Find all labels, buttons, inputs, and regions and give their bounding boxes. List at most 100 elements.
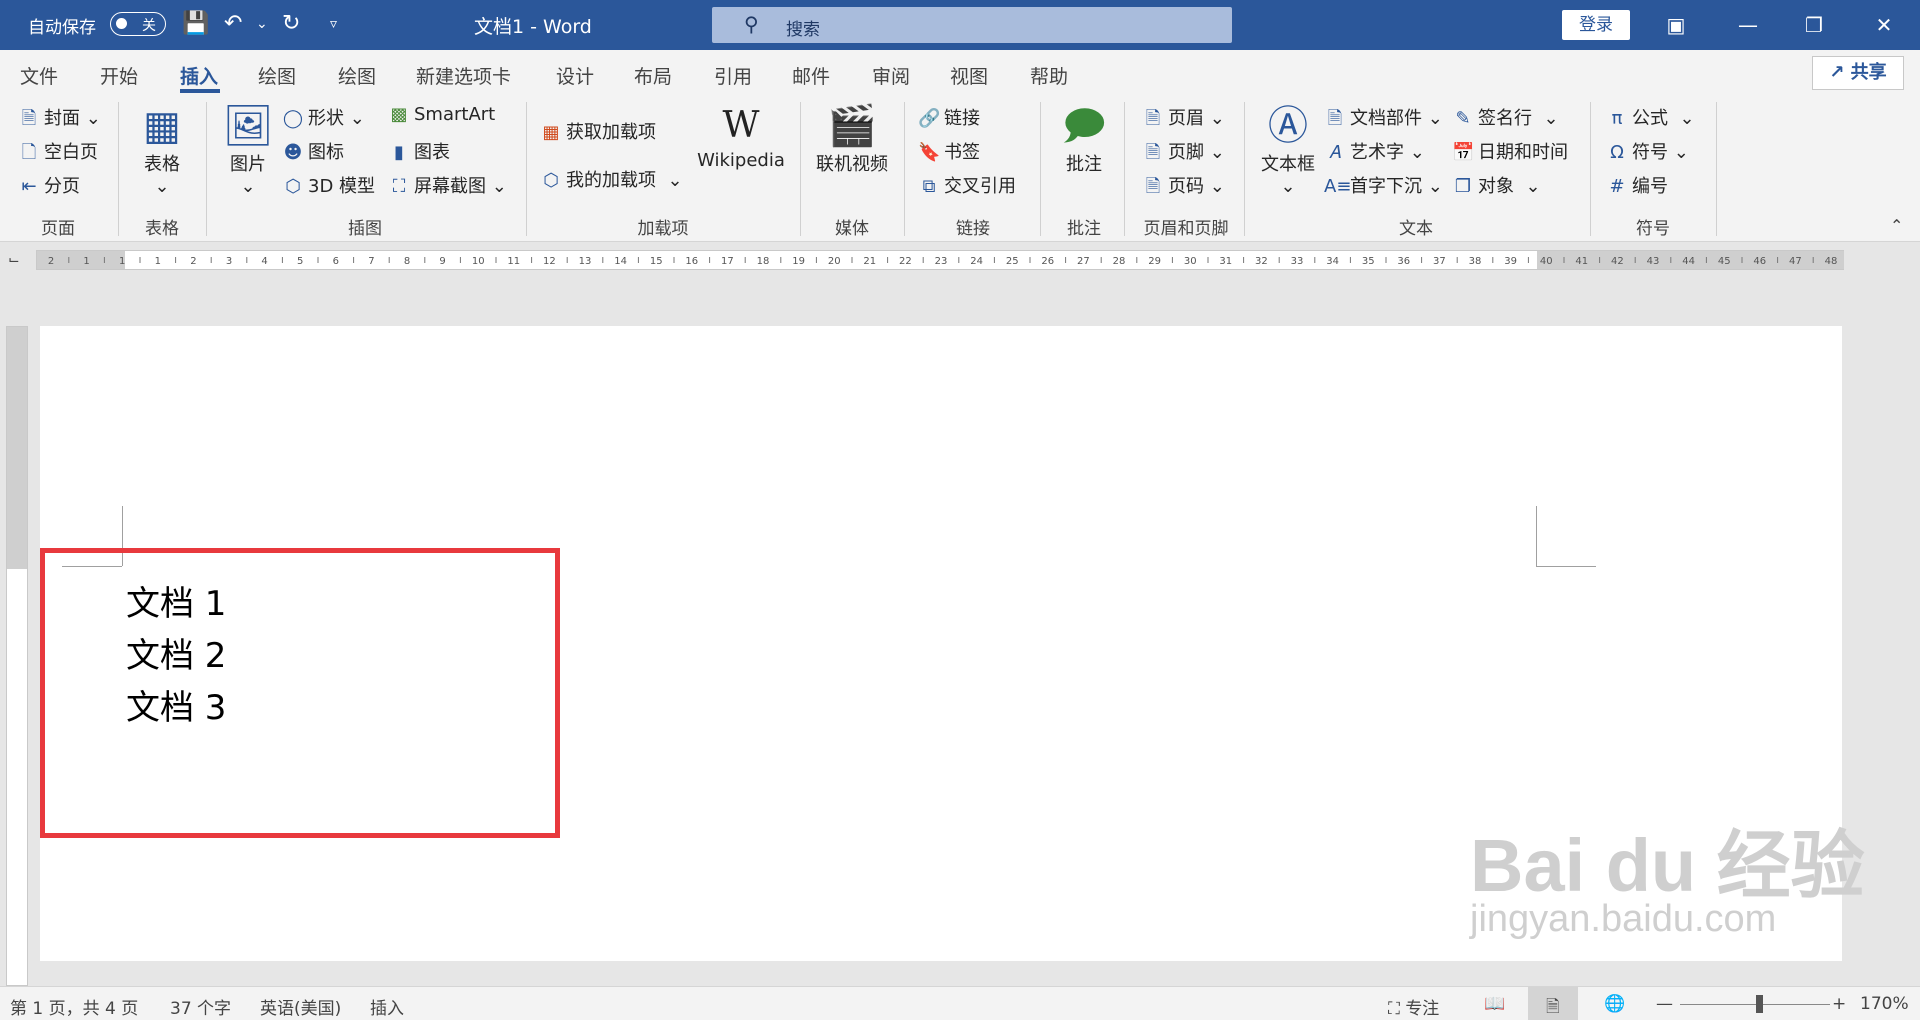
zoom-slider[interactable] bbox=[1680, 1004, 1830, 1005]
symbol-button[interactable]: Ω 符号 ⌄ bbox=[1606, 138, 1689, 164]
date-time-button[interactable]: 📅 日期和时间 bbox=[1452, 138, 1568, 164]
ruler-number: 42 bbox=[1611, 256, 1624, 267]
ruler-number: 43 bbox=[1647, 256, 1660, 267]
bookmark-button[interactable]: 🔖 书签 bbox=[918, 138, 980, 164]
tab-view[interactable]: 视图 bbox=[950, 62, 988, 89]
dropcap-icon: A≡ bbox=[1324, 176, 1352, 197]
autosave-state: 关 bbox=[142, 18, 156, 34]
my-addins-button[interactable]: ⬡ 我的加载项 ⌄ bbox=[540, 166, 682, 192]
icons-button[interactable]: ☻ 图标 bbox=[282, 138, 344, 164]
equation-button[interactable]: π 公式 ⌄ bbox=[1606, 104, 1695, 130]
omega-icon: Ω bbox=[1610, 142, 1624, 163]
separator bbox=[1244, 102, 1245, 236]
tab-mailings[interactable]: 邮件 bbox=[792, 62, 830, 89]
textbox-button[interactable]: Ⓐ 文本框 ⌄ bbox=[1256, 102, 1320, 197]
separator bbox=[1124, 102, 1125, 236]
search-box[interactable]: ⚲ 搜索 bbox=[712, 7, 1232, 43]
redo-icon[interactable]: ↻ bbox=[282, 10, 300, 38]
ruler-ticks: 2 1 1 1 2 3 4 5 6 7 8 9 10 11 12 13 14 15 16 17 18 19 20 21 22 23… bbox=[48, 256, 1838, 267]
web-layout-icon[interactable]: 🌐 bbox=[1604, 994, 1625, 1014]
zoom-out-icon[interactable]: — bbox=[1656, 994, 1673, 1014]
tab-file[interactable]: 文件 bbox=[20, 62, 58, 89]
insert-mode[interactable]: 插入 bbox=[370, 994, 404, 1019]
login-button[interactable]: 登录 bbox=[1562, 10, 1630, 40]
dropcap-button[interactable]: A≡首字下沉 ⌄ bbox=[1324, 172, 1443, 198]
separator bbox=[1590, 102, 1591, 236]
tab-draw[interactable]: 绘图 bbox=[258, 62, 296, 89]
get-addins-label: 获取加载项 bbox=[566, 122, 656, 143]
table-button[interactable]: ▦ 表格 ⌄ bbox=[130, 102, 194, 197]
crop-mark bbox=[1536, 566, 1596, 567]
page-number-button[interactable]: 🗎 页码 ⌄ bbox=[1142, 172, 1225, 204]
focus-button[interactable]: ⛶ 专注 bbox=[1388, 994, 1439, 1019]
watermark-url: jingyan.baidu.com bbox=[1470, 898, 1777, 940]
ruler-number: 24 bbox=[970, 256, 983, 267]
zoom-slider-thumb[interactable] bbox=[1756, 995, 1763, 1013]
cover-page-button[interactable]: 🗎 封面 ⌄ bbox=[18, 104, 101, 136]
footer-button[interactable]: 🗎 页脚 ⌄ bbox=[1142, 138, 1225, 170]
separator bbox=[526, 102, 527, 236]
close-icon[interactable]: ✕ bbox=[1862, 10, 1906, 40]
page-break-button[interactable]: ⇤ 分页 bbox=[18, 172, 80, 198]
horizontal-ruler[interactable]: 2 1 1 1 2 3 4 5 6 7 8 9 10 11 12 13 14 15 16 17 18 19 20 21 22 23… bbox=[36, 250, 1844, 270]
online-video-button[interactable]: 🎬 联机视频 bbox=[810, 102, 894, 176]
collapse-ribbon-icon[interactable]: ⌃ bbox=[1890, 216, 1903, 235]
screenshot-button[interactable]: ⛶ 屏幕截图 ⌄ bbox=[388, 172, 507, 198]
tab-draw-2[interactable]: 绘图 bbox=[338, 62, 376, 89]
quick-parts-button[interactable]: 🗎 文档部件 ⌄ bbox=[1324, 104, 1443, 136]
tab-home[interactable]: 开始 bbox=[100, 62, 138, 89]
header-button[interactable]: 🗎 页眉 ⌄ bbox=[1142, 104, 1225, 136]
undo-dropdown-icon[interactable]: ⌄ bbox=[256, 10, 268, 38]
ruler-number: 30 bbox=[1184, 256, 1197, 267]
wikipedia-button[interactable]: W Wikipedia bbox=[696, 102, 786, 171]
tab-review[interactable]: 审阅 bbox=[872, 62, 910, 89]
wordart-button[interactable]: 𝐴 艺术字 ⌄ bbox=[1324, 138, 1425, 164]
comment-button[interactable]: 🗩 批注 bbox=[1054, 102, 1114, 176]
chart-button[interactable]: ▮ 图表 bbox=[388, 138, 450, 164]
separator bbox=[800, 102, 801, 236]
share-button[interactable]: ↗ 共享 bbox=[1812, 56, 1904, 90]
pictures-button[interactable]: 🖼 图片 ⌄ bbox=[218, 102, 278, 197]
object-button[interactable]: ❐ 对象 ⌄ bbox=[1452, 172, 1541, 198]
separator bbox=[1716, 102, 1717, 236]
minimize-icon[interactable]: — bbox=[1726, 10, 1770, 40]
ruler-number: 2 bbox=[48, 256, 54, 267]
smartart-button[interactable]: ▩ SmartArt bbox=[388, 104, 495, 125]
ruler-number: 14 bbox=[614, 256, 627, 267]
blank-page-icon: 🗋 bbox=[21, 142, 37, 163]
tab-selector-icon[interactable]: ⌙ bbox=[8, 252, 28, 270]
number-button[interactable]: # 编号 bbox=[1606, 172, 1668, 198]
tab-design[interactable]: 设计 bbox=[556, 62, 594, 89]
shapes-button[interactable]: ◯ 形状 ⌄ bbox=[282, 104, 365, 130]
tab-insert[interactable]: 插入 bbox=[180, 62, 218, 89]
page-count[interactable]: 第 1 页，共 4 页 bbox=[10, 994, 138, 1019]
print-layout-icon[interactable]: 🗎 bbox=[1546, 994, 1560, 1020]
link-button[interactable]: 🔗 链接 bbox=[918, 104, 980, 130]
chart-icon: ▮ bbox=[394, 142, 404, 163]
word-count[interactable]: 37 个字 bbox=[170, 994, 231, 1019]
autosave-toggle[interactable]: 关 bbox=[110, 12, 166, 36]
blank-page-button[interactable]: 🗋 空白页 bbox=[18, 138, 98, 170]
language[interactable]: 英语(美国) bbox=[260, 994, 341, 1019]
zoom-level[interactable]: 170% bbox=[1860, 994, 1909, 1014]
get-addins-button[interactable]: ▦ 获取加载项 bbox=[540, 118, 656, 144]
screenshot-icon: ⛶ bbox=[392, 176, 406, 197]
vertical-ruler[interactable] bbox=[6, 326, 28, 986]
restore-icon[interactable]: ❐ bbox=[1792, 10, 1836, 40]
tab-help[interactable]: 帮助 bbox=[1030, 62, 1068, 89]
ribbon-display-icon[interactable]: ▣ bbox=[1654, 10, 1698, 40]
ruler-number: 7 bbox=[368, 256, 374, 267]
wikipedia-icon: W bbox=[722, 105, 760, 146]
undo-icon[interactable]: ↶ bbox=[224, 10, 242, 38]
3d-models-button[interactable]: ⬡ 3D 模型 bbox=[282, 172, 375, 198]
signature-line-button[interactable]: ✎ 签名行 ⌄ bbox=[1452, 104, 1558, 130]
tab-layout[interactable]: 布局 bbox=[634, 62, 672, 89]
tab-new-tab[interactable]: 新建选项卡 bbox=[416, 62, 511, 89]
ruler-number: 37 bbox=[1433, 256, 1446, 267]
customize-qat-icon[interactable]: ▿ bbox=[330, 10, 337, 38]
save-icon[interactable]: 💾 bbox=[182, 10, 209, 38]
read-mode-icon[interactable]: 📖 bbox=[1484, 994, 1505, 1014]
cross-reference-button[interactable]: ⧉ 交叉引用 bbox=[918, 172, 1016, 198]
zoom-in-icon[interactable]: + bbox=[1832, 994, 1846, 1014]
tab-references[interactable]: 引用 bbox=[714, 62, 752, 89]
